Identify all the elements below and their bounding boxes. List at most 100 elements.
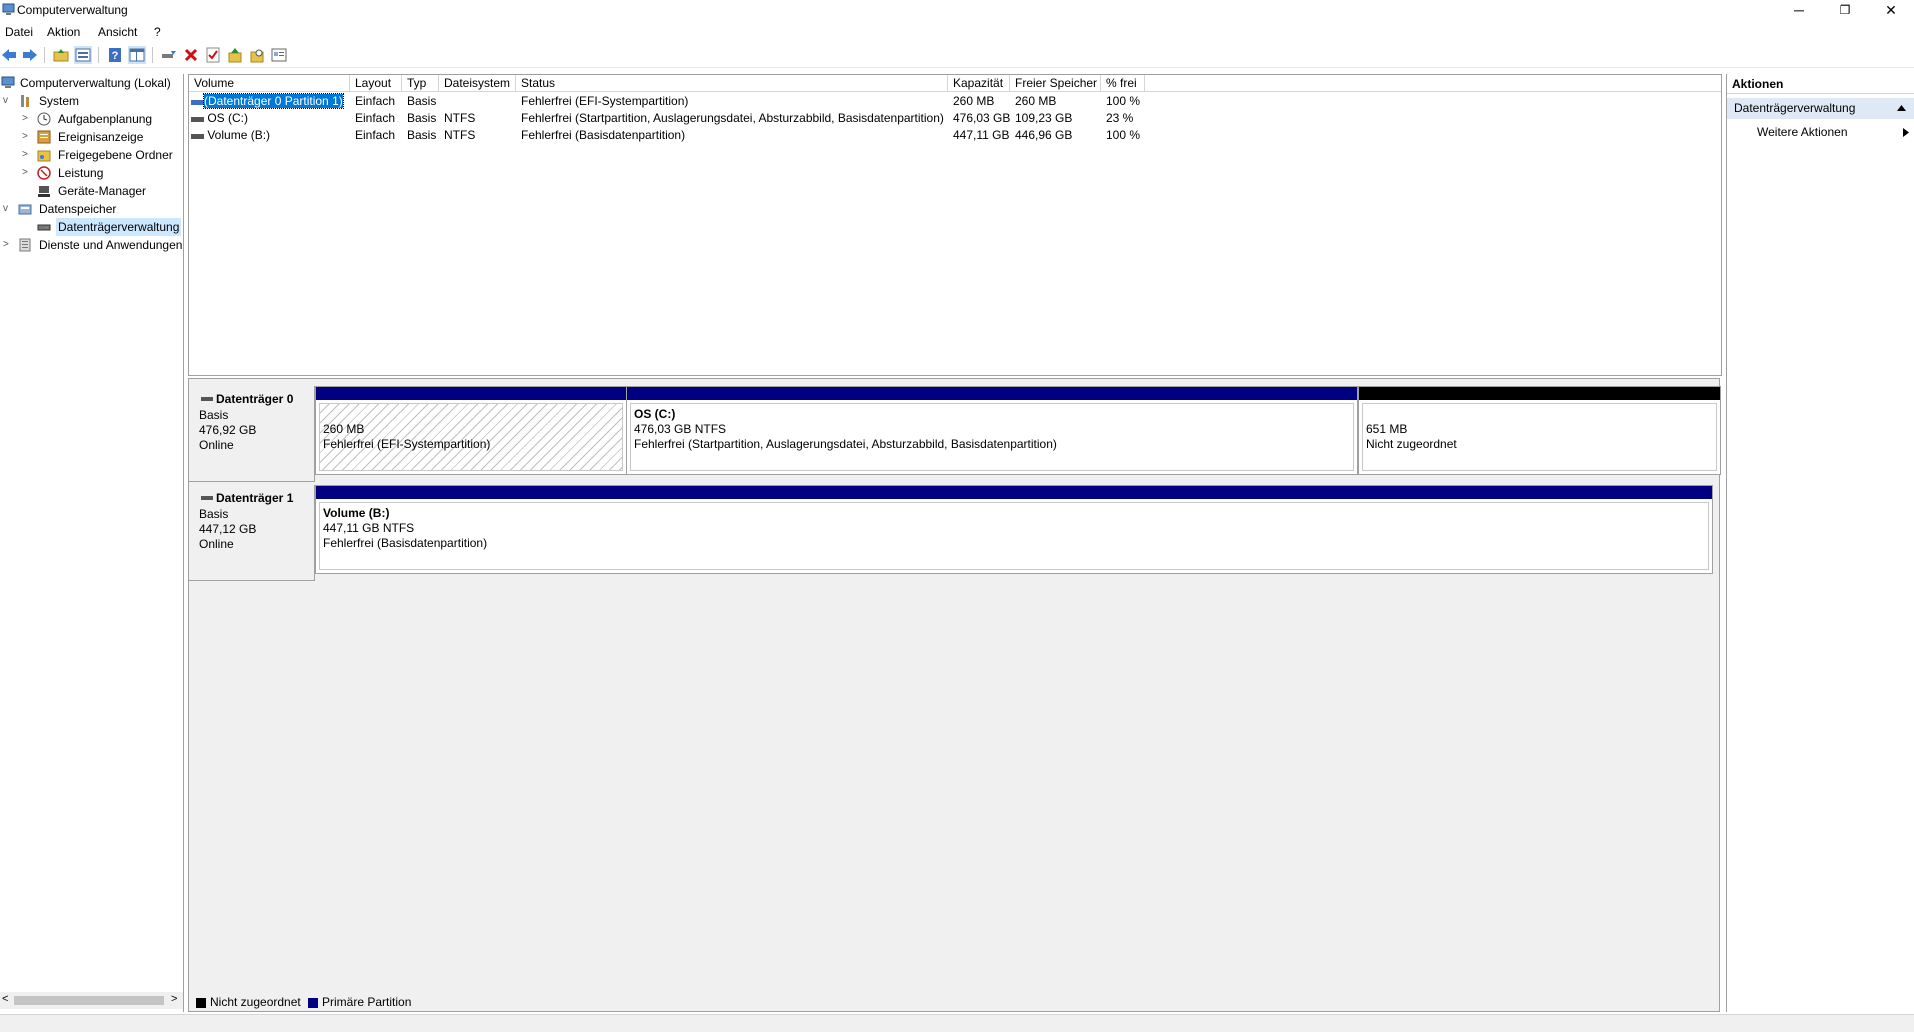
chevron-right-icon[interactable]: >	[22, 164, 32, 182]
legend-label-primary: Primäre Partition	[322, 995, 412, 1009]
search-icon[interactable]	[248, 46, 266, 64]
tree-item-label: System	[39, 94, 80, 108]
scroll-right-icon[interactable]: >	[171, 993, 177, 1005]
cell-dateisystem	[439, 93, 516, 110]
legend-swatch-unallocated	[196, 998, 206, 1008]
partition-efi[interactable]: 260 MB Fehlerfrei (EFI-Systempartition)	[315, 386, 627, 475]
chevron-down-icon[interactable]: v	[3, 200, 13, 218]
column-header-layout[interactable]: Layout	[350, 75, 402, 92]
menu-ansicht[interactable]: Ansicht	[98, 25, 137, 39]
scroll-thumb[interactable]	[14, 996, 164, 1005]
column-header-prozent-frei[interactable]: % frei	[1101, 75, 1145, 92]
tools-icon	[21, 95, 29, 107]
partition-name: Volume (B:)	[323, 506, 390, 520]
cell-layout: Einfach	[355, 128, 396, 142]
back-arrow-icon[interactable]	[0, 46, 18, 64]
export-icon[interactable]	[226, 46, 244, 64]
column-header-dateisystem[interactable]: Dateisystem	[439, 75, 516, 92]
menu-datei[interactable]: Datei	[5, 25, 33, 39]
svg-text:?: ?	[112, 50, 119, 62]
check-icon[interactable]	[204, 46, 222, 64]
connect-icon[interactable]	[160, 46, 178, 64]
menu-aktion[interactable]: Aktion	[47, 25, 80, 39]
tree-item-label: Leistung	[58, 166, 104, 180]
scroll-left-icon[interactable]: <	[2, 993, 8, 1005]
partition-body: OS (C:) 476,03 GB NTFS Fehlerfrei (Start…	[630, 403, 1354, 471]
storage-icon	[18, 204, 32, 215]
disk-type: Basis	[199, 507, 229, 521]
partition-size: 651 MB	[1366, 422, 1408, 436]
tree-item-label: Ereignisanzeige	[58, 130, 144, 144]
computer-management-icon	[2, 3, 15, 15]
chevron-right-icon[interactable]: >	[22, 128, 32, 146]
table-row[interactable]: OS (C:) Einfach Basis NTFS Fehlerfrei (S…	[189, 110, 1721, 127]
weitere-aktionen-item[interactable]: Weitere Aktionen	[1757, 123, 1848, 141]
window-title: Computerverwaltung	[17, 3, 128, 17]
console-icon[interactable]	[270, 46, 288, 64]
navigation-tree: Computerverwaltung (Lokal) v System > Au…	[0, 74, 184, 1012]
partition-size: 476,03 GB NTFS	[634, 422, 727, 436]
cell-dateisystem: NTFS	[444, 111, 476, 125]
partition-os-c[interactable]: OS (C:) 476,03 GB NTFS Fehlerfrei (Start…	[626, 386, 1358, 475]
collapse-icon[interactable]	[1897, 105, 1906, 111]
tree-horizontal-scrollbar[interactable]: < >	[0, 992, 183, 1009]
column-header-status[interactable]: Status	[516, 75, 948, 92]
toolbar: ?	[0, 43, 1914, 68]
cell-volume: Volume (B:)	[189, 127, 350, 144]
partition-size: 260 MB	[323, 422, 365, 436]
disk-name: Datenträger 1	[216, 491, 294, 505]
table-row[interactable]: (Datenträger 0 Partition 1) Einfach Basi…	[189, 93, 1721, 110]
help-icon[interactable]: ?	[106, 46, 124, 64]
disk-state: Online	[199, 438, 234, 452]
chevron-right-icon[interactable]: >	[3, 236, 13, 254]
partition-body: Volume (B:) 447,11 GB NTFS Fehlerfrei (B…	[319, 502, 1709, 570]
table-row[interactable]: Volume (B:) Einfach Basis NTFS Fehlerfre…	[189, 127, 1721, 144]
partition-volume-b[interactable]: Volume (B:) 447,11 GB NTFS Fehlerfrei (B…	[315, 485, 1713, 574]
toolbar-separator	[44, 47, 45, 63]
forward-arrow-icon[interactable]	[21, 46, 39, 64]
disk-1-label[interactable]: Datenträger 1 Basis 447,12 GB Online	[189, 485, 315, 581]
cell-layout: Einfach	[355, 111, 396, 125]
view-icon[interactable]	[128, 46, 146, 64]
menu-help[interactable]: ?	[154, 25, 161, 39]
tree-item-label: Dienste und Anwendungen	[39, 238, 183, 252]
column-header-volume[interactable]: Volume	[189, 75, 350, 92]
clock-icon	[37, 112, 51, 126]
cell-volume: OS (C:)	[189, 110, 350, 127]
services-icon	[19, 238, 31, 252]
volume-icon	[191, 100, 204, 105]
tree-item-label: Freigegebene Ordner	[58, 148, 173, 162]
minimize-button[interactable]: ─	[1776, 0, 1822, 22]
cell-dateisystem: NTFS	[444, 128, 476, 142]
partition-unallocated[interactable]: 651 MB Nicht zugeordnet	[1358, 386, 1721, 475]
chevron-down-icon[interactable]: v	[3, 92, 13, 110]
submenu-arrow-icon	[1903, 128, 1909, 137]
cell-layout: Einfach	[355, 94, 396, 108]
chevron-right-icon[interactable]: >	[22, 146, 32, 164]
partition-status: Fehlerfrei (EFI-Systempartition)	[323, 437, 491, 451]
actions-header: Aktionen	[1727, 74, 1914, 94]
partition-size: 447,11 GB NTFS	[323, 521, 415, 535]
chevron-right-icon[interactable]: >	[22, 110, 32, 128]
cell-volume: (Datenträger 0 Partition 1)	[189, 93, 350, 110]
folder-up-icon[interactable]	[52, 46, 70, 64]
cell-status: Fehlerfrei (Startpartition, Auslagerungs…	[521, 111, 944, 125]
title-bar: Computerverwaltung ─ ❐ ✕	[0, 0, 1914, 22]
volume-icon	[191, 117, 204, 122]
partition-name: OS (C:)	[634, 407, 676, 421]
tree-item-label: Datenspeicher	[39, 202, 117, 216]
actions-section-datentraegerverwaltung[interactable]: Datenträgerverwaltung	[1727, 98, 1914, 119]
partition-name	[1366, 407, 1713, 422]
disk-size: 447,12 GB	[199, 522, 257, 536]
delete-icon[interactable]	[182, 46, 200, 64]
close-button[interactable]: ✕	[1868, 0, 1914, 22]
column-header-freier-speicher[interactable]: Freier Speicher	[1010, 75, 1101, 92]
column-header-kapazitaet[interactable]: Kapazität	[948, 75, 1010, 92]
legend-swatch-primary	[308, 998, 318, 1008]
disk-0-label[interactable]: Datenträger 0 Basis 476,92 GB Online	[189, 386, 315, 482]
restore-button[interactable]: ❐	[1822, 0, 1868, 22]
properties-icon[interactable]	[74, 46, 92, 64]
disk-size: 476,92 GB	[199, 423, 257, 437]
tree-item-label: Aufgabenplanung	[58, 112, 153, 126]
column-header-typ[interactable]: Typ	[402, 75, 439, 92]
